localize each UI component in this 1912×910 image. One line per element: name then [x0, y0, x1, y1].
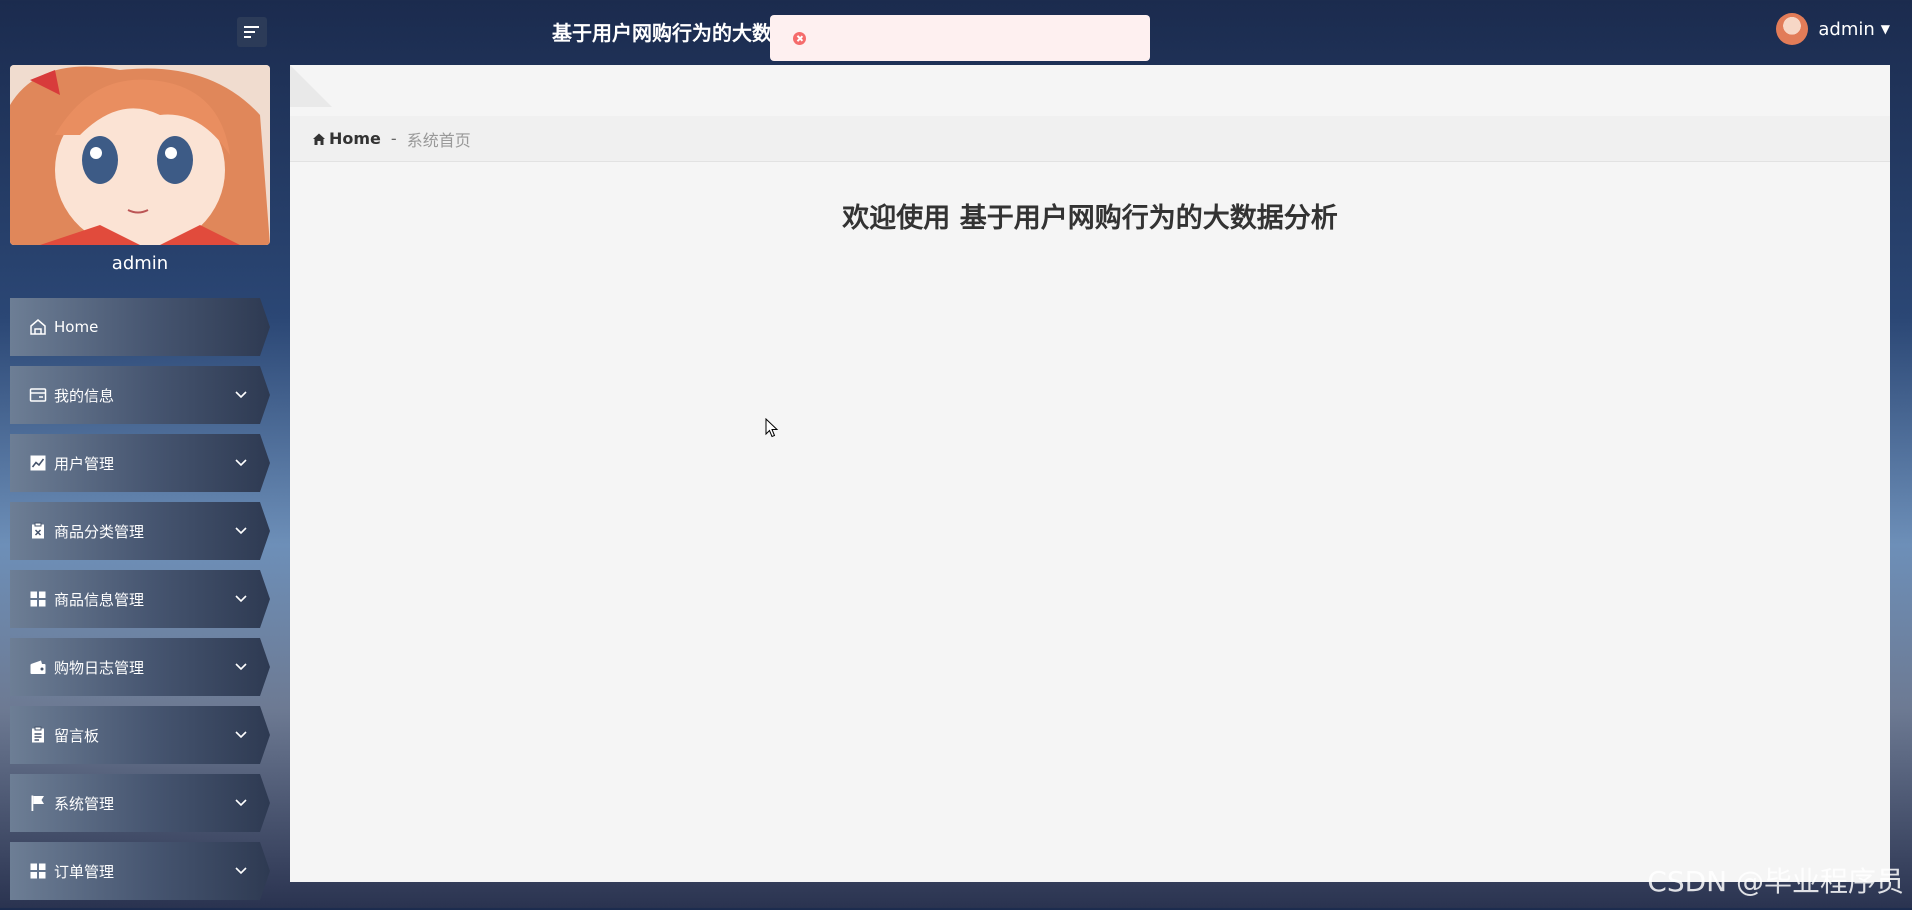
chevron-down-icon	[235, 527, 247, 535]
main-content: Home - 系统首页 欢迎使用 基于用户网购行为的大数据分析	[290, 65, 1890, 882]
user-menu[interactable]: admin ▼	[1776, 13, 1890, 45]
sidebar-item-label: 系统管理	[54, 794, 115, 813]
sidebar-item-shopping-log[interactable]: 购物日志管理	[10, 638, 270, 696]
sidebar-item-system-management[interactable]: 系统管理	[10, 774, 270, 832]
menu-toggle-button[interactable]	[237, 17, 267, 47]
error-circle-icon	[793, 31, 806, 45]
site-title: 基于用户网购行为的大数	[552, 21, 772, 45]
clipboard-x-icon	[28, 521, 48, 541]
chevron-down-icon	[235, 731, 247, 739]
menu-icon	[244, 26, 259, 38]
grid-icon	[28, 861, 48, 881]
breadcrumb: Home - 系统首页	[290, 116, 1890, 162]
sidebar-item-label: 订单管理	[54, 862, 115, 881]
sidebar-item-label: 购物日志管理	[54, 658, 145, 677]
chevron-down-icon	[235, 391, 247, 399]
sidebar-item-label: 留言板	[54, 726, 100, 745]
sidebar-item-category-management[interactable]: 商品分类管理	[10, 502, 270, 560]
sidebar: admin Home 我的信息 用户管理 商品分类管理 商品信息管理 购物日志管…	[0, 60, 280, 908]
welcome-heading: 欢迎使用 基于用户网购行为的大数据分析	[842, 203, 1338, 234]
home-icon	[28, 317, 48, 337]
sidebar-item-label: Home	[54, 318, 99, 336]
breadcrumb-separator: -	[390, 129, 397, 148]
chevron-down-icon	[235, 867, 247, 875]
error-toast	[770, 15, 1150, 61]
sidebar-item-message-board[interactable]: 留言板	[10, 706, 270, 764]
page-curl-decoration	[290, 65, 332, 107]
wallet-icon	[28, 657, 48, 677]
flag-icon	[28, 793, 48, 813]
anime-avatar-image	[10, 65, 270, 245]
profile-name: admin	[111, 253, 169, 274]
chevron-down-icon	[235, 595, 247, 603]
sidebar-item-home[interactable]: Home	[10, 298, 270, 356]
chevron-down-icon	[235, 459, 247, 467]
sidebar-item-label: 商品分类管理	[54, 522, 145, 541]
clipboard-icon	[28, 725, 48, 745]
chevron-down-icon	[235, 663, 247, 671]
home-icon	[313, 133, 325, 145]
grid-icon	[28, 589, 48, 609]
sidebar-item-label: 我的信息	[54, 386, 115, 405]
sidebar-nav: Home 我的信息 用户管理 商品分类管理 商品信息管理 购物日志管理 留言板 …	[10, 298, 270, 910]
avatar	[1776, 13, 1809, 45]
breadcrumb-home[interactable]: Home	[312, 129, 381, 148]
sidebar-item-label: 用户管理	[54, 454, 115, 473]
sidebar-item-product-management[interactable]: 商品信息管理	[10, 570, 270, 628]
user-name: admin	[1818, 18, 1875, 40]
watermark: CSDN @毕业程序员	[1647, 865, 1904, 898]
sidebar-item-user-management[interactable]: 用户管理	[10, 434, 270, 492]
caret-down-icon: ▼	[1880, 22, 1890, 36]
sidebar-item-my-info[interactable]: 我的信息	[10, 366, 270, 424]
card-icon	[28, 385, 48, 405]
chevron-down-icon	[235, 799, 247, 807]
breadcrumb-home-label: Home	[329, 129, 381, 148]
mouse-cursor-icon	[765, 418, 779, 438]
profile-avatar	[10, 65, 270, 245]
sidebar-item-label: 商品信息管理	[54, 590, 145, 609]
breadcrumb-current: 系统首页	[406, 130, 471, 150]
tab-bar	[290, 65, 1890, 117]
sidebar-item-order-management[interactable]: 订单管理	[10, 842, 270, 900]
chart-icon	[28, 453, 48, 473]
